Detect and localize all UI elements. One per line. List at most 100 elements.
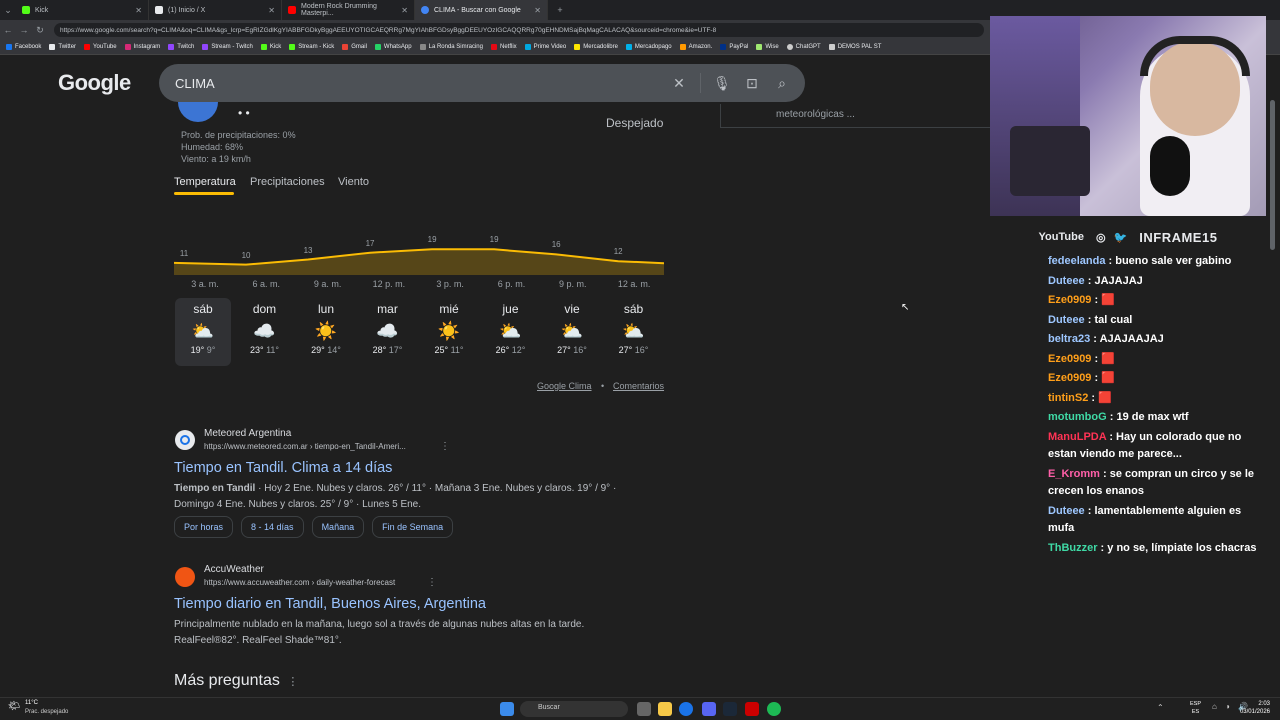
- chat-username[interactable]: fedeelanda: [1048, 255, 1105, 267]
- chat-username[interactable]: Duteee: [1048, 275, 1085, 287]
- tab-x[interactable]: (1) Inicio / X ✕: [149, 0, 282, 20]
- google-logo[interactable]: Google: [58, 70, 131, 96]
- chat-username[interactable]: Eze0909: [1048, 353, 1091, 365]
- task-view-icon[interactable]: [637, 702, 651, 716]
- chip-8-14-dias[interactable]: 8 - 14 días: [241, 516, 304, 538]
- google-clima-link[interactable]: Google Clima: [537, 381, 592, 391]
- tab-search-icon[interactable]: ⌄: [0, 5, 16, 16]
- scrollbar[interactable]: [1270, 100, 1275, 250]
- clock[interactable]: 2:03 03/01/2026: [1238, 700, 1270, 716]
- chat-username[interactable]: ManuLPDA: [1048, 431, 1106, 443]
- day-forecast[interactable]: sáb ⛅ 27° 16°: [606, 298, 662, 366]
- side-panel-text[interactable]: meteorológicas ...: [776, 109, 855, 120]
- tab-viento[interactable]: Viento: [338, 176, 369, 188]
- search-box[interactable]: CLIMA ✕ 🎙 ⊡ ⌕: [159, 64, 805, 102]
- bookmark-item[interactable]: Prime Video: [524, 44, 566, 50]
- tab-temperatura[interactable]: Temperatura: [174, 176, 236, 188]
- discord-icon[interactable]: [702, 702, 716, 716]
- bookmark-item[interactable]: DEMOS PAL ST: [828, 44, 881, 50]
- low-temp: 11°: [450, 345, 464, 355]
- chip-por-horas[interactable]: Por horas: [174, 516, 234, 538]
- app-icon[interactable]: [745, 702, 759, 716]
- chat-username[interactable]: motumboG: [1048, 411, 1107, 423]
- bookmark-item[interactable]: Mercadolibre: [574, 44, 618, 50]
- chat-username[interactable]: tintinS2: [1048, 392, 1088, 404]
- more-options-icon[interactable]: ⋮: [427, 577, 437, 588]
- bookmark-item[interactable]: Wise: [756, 44, 779, 50]
- forward-icon[interactable]: →: [16, 25, 32, 35]
- close-icon[interactable]: ✕: [534, 6, 541, 15]
- microphone-icon[interactable]: 🎙: [707, 75, 737, 92]
- bookmark-item[interactable]: Stream - Twitch: [202, 44, 253, 50]
- search-icon[interactable]: ⌕: [767, 75, 797, 92]
- reload-icon[interactable]: ↻: [32, 25, 48, 36]
- day-forecast[interactable]: vie ⛅ 27° 16°: [544, 298, 600, 366]
- weather-widget-icon[interactable]: 🌤: [8, 701, 21, 712]
- spotify-icon[interactable]: [767, 702, 781, 716]
- day-forecast[interactable]: mar ☁️ 28° 17°: [360, 298, 416, 366]
- bookmark-item[interactable]: ChatGPT: [786, 44, 821, 50]
- bookmark-item[interactable]: Mercadopago: [625, 44, 672, 50]
- bookmark-item[interactable]: Netflix: [490, 44, 517, 50]
- tab-youtube[interactable]: Modern Rock Drumming Masterpi... ✕: [282, 0, 415, 20]
- day-forecast[interactable]: dom ☁️ 23° 11°: [237, 298, 293, 366]
- steam-icon[interactable]: [723, 702, 737, 716]
- chat-username[interactable]: Eze0909: [1048, 294, 1091, 306]
- bookmark-item[interactable]: Twitch: [168, 44, 194, 50]
- result-title[interactable]: Tiempo diario en Tandil, Buenos Aires, A…: [174, 596, 486, 612]
- taskbar-search[interactable]: Buscar: [520, 701, 628, 717]
- close-icon[interactable]: ✕: [268, 6, 275, 15]
- back-icon[interactable]: ←: [0, 25, 16, 35]
- bookmark-item[interactable]: YouTube: [84, 44, 117, 50]
- day-forecast[interactable]: sáb ⛅ 19° 9°: [175, 298, 231, 366]
- windows-start-icon[interactable]: [500, 702, 514, 716]
- bookmark-item[interactable]: Twitter: [49, 44, 76, 50]
- bookmark-item[interactable]: PayPal: [720, 44, 748, 50]
- bookmark-item[interactable]: La Ronda Simracing: [419, 44, 483, 50]
- tab-google-clima[interactable]: CLIMA - Buscar con Google ✕: [415, 0, 548, 20]
- day-forecast[interactable]: lun ☀️ 29° 14°: [298, 298, 354, 366]
- tab-kick[interactable]: Kick ✕: [16, 0, 149, 20]
- chip-manana[interactable]: Mañana: [311, 516, 365, 538]
- close-icon[interactable]: ✕: [135, 6, 142, 15]
- chat-username[interactable]: beltra23: [1048, 333, 1090, 345]
- day-forecast[interactable]: mié ☀️ 25° 11°: [421, 298, 477, 366]
- chat-username[interactable]: Eze0909: [1048, 372, 1091, 384]
- more-options-icon[interactable]: ⋮: [440, 441, 450, 452]
- result-title[interactable]: Tiempo en Tandil. Clima a 14 días: [174, 460, 392, 476]
- tab-precipitaciones[interactable]: Precipitaciones: [250, 176, 325, 188]
- chat-username[interactable]: E_Kromm: [1048, 468, 1100, 480]
- bookmark-item[interactable]: WhatsApp: [374, 44, 412, 50]
- bookmark-item[interactable]: Instagram: [124, 44, 160, 50]
- day-forecast[interactable]: jue ⛅ 26° 12°: [483, 298, 539, 366]
- bookmark-item[interactable]: Facebook: [6, 44, 41, 50]
- hourly-temp-label: 13: [303, 245, 313, 255]
- search-input[interactable]: CLIMA: [175, 76, 664, 91]
- bookmark-item[interactable]: Amazon.: [679, 44, 712, 50]
- chat-message: Eze0909 : 🟥: [1048, 370, 1268, 388]
- chat-username[interactable]: ThBuzzer: [1048, 542, 1098, 554]
- camera-icon[interactable]: ⊡: [737, 75, 767, 92]
- clear-icon[interactable]: ✕: [664, 75, 694, 92]
- daily-forecast: sáb ⛅ 19° 9° dom ☁️ 23° 11° lun ☀️ 29° 14°…: [175, 298, 665, 368]
- more-options-icon[interactable]: ⋮: [284, 676, 298, 688]
- close-icon[interactable]: ✕: [401, 6, 408, 15]
- high-temp: 27°: [557, 345, 571, 355]
- chrome-icon[interactable]: [679, 702, 693, 716]
- bookmark-item[interactable]: Stream - Kick: [289, 44, 334, 50]
- bookmark-item[interactable]: Kick: [260, 44, 281, 50]
- file-explorer-icon[interactable]: [658, 702, 672, 716]
- chip-fin-de-semana[interactable]: Fin de Semana: [372, 516, 454, 538]
- comentarios-link[interactable]: Comentarios: [613, 381, 664, 391]
- chat-username[interactable]: Duteee: [1048, 314, 1085, 326]
- language-indicator[interactable]: ESP ES: [1190, 700, 1201, 716]
- bookmark-item[interactable]: Gmail: [342, 44, 367, 50]
- chat-username[interactable]: Duteee: [1048, 505, 1085, 517]
- new-tab-button[interactable]: +: [552, 5, 568, 15]
- weather-icon: ☁️: [253, 321, 276, 341]
- result-url[interactable]: https://www.meteored.com.ar › tiempo-en_…: [204, 442, 406, 451]
- address-bar[interactable]: https://www.google.com/search?q=CLIMA&oq…: [54, 23, 984, 37]
- result-url[interactable]: https://www.accuweather.com › daily-weat…: [204, 578, 395, 587]
- tray-chevron-icon[interactable]: ⌃: [1157, 703, 1164, 712]
- kick-icon: [22, 6, 30, 14]
